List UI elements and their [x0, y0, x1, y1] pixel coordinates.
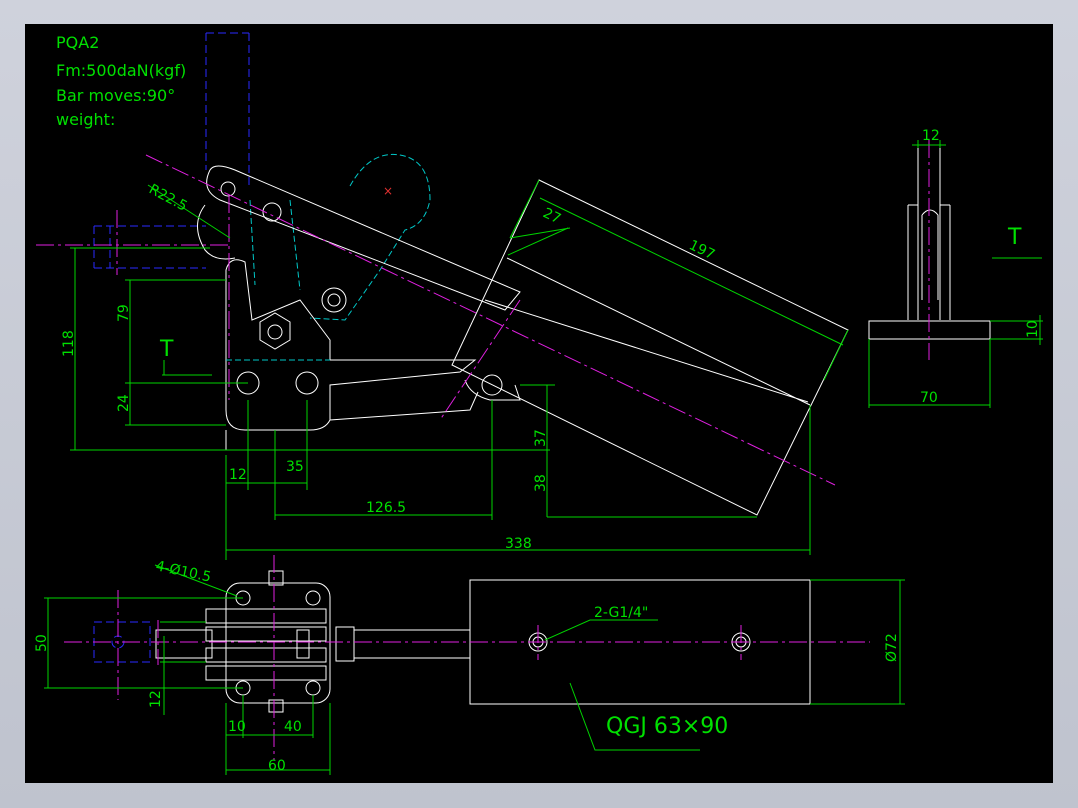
dim-37-label: 37 [533, 429, 549, 447]
dim-12-label: 12 [229, 467, 247, 483]
arm-pivot [321, 287, 347, 313]
top-dim-50 [44, 597, 243, 689]
handle-phantom-up [205, 32, 250, 185]
hidden-link [249, 199, 301, 291]
dim-118-lines [70, 247, 520, 451]
section-arrow [162, 360, 212, 376]
clamp-base [225, 391, 479, 450]
top-pin [296, 629, 310, 659]
mount-bolt-right [295, 371, 319, 395]
top-plate-4 [205, 665, 327, 681]
force-note: Fm:500daN(kgf) [56, 61, 186, 80]
piston-rod [353, 629, 471, 659]
clamp-handle [206, 165, 521, 311]
dim-27-label: 27 [540, 205, 563, 227]
side-bracket [921, 209, 939, 300]
top-plate-2 [205, 626, 327, 642]
dim-126-5-label: 126.5 [366, 500, 406, 516]
ports-label: 2-G1/4" [594, 605, 648, 621]
dim-38-label: 38 [533, 474, 549, 492]
side-view: 12 70 10 T [868, 128, 1043, 408]
top-plate-3 [205, 647, 327, 663]
top-plate-1 [205, 608, 327, 624]
dim-338-label: 338 [505, 536, 532, 552]
top-leaders [154, 564, 658, 641]
top-dim-12 [160, 621, 206, 715]
cylinder-clevis [464, 379, 521, 401]
side-dim-12-label: 12 [922, 128, 940, 144]
rod-nut [335, 626, 355, 662]
side-section-mark: T [1007, 225, 1022, 250]
dim-35-label: 35 [286, 459, 304, 475]
dim-79-label: 79 [116, 304, 132, 322]
holes-label: 4-Ø10.5 [154, 558, 212, 585]
cylinder-centerline [145, 154, 836, 486]
dim-79-24-lines [125, 279, 248, 426]
radius-label: R22.5 [146, 181, 190, 214]
top-dim-10-label: 10 [228, 719, 246, 735]
top-body [225, 582, 331, 704]
front-view: × R22.5 27 197 79 118 24 12 35 126.5 37 … [36, 32, 849, 560]
top-dim-40-label: 40 [284, 719, 302, 735]
cylinder-label: QGJ 63×90 [606, 714, 728, 739]
cylinder-body [451, 179, 849, 516]
section-mark-left: T [159, 337, 174, 362]
handle-phantom-horizontal [93, 225, 206, 269]
arm-pivot-inner [327, 293, 341, 307]
dim-338-line [226, 405, 811, 555]
dim-27-line [507, 227, 571, 256]
dim-118-label: 118 [61, 330, 77, 357]
dia-72-label: Ø72 [884, 633, 900, 662]
clamp-body [225, 259, 477, 431]
top-dim-50-label: 50 [34, 634, 50, 652]
bar-moves-note: Bar moves:90° [56, 86, 175, 105]
top-dim-60-label: 60 [268, 758, 286, 774]
top-dim-12-label: 12 [148, 690, 164, 708]
cylinder-lines [484, 257, 811, 406]
pivot-mark: × [383, 184, 393, 198]
title-notes: PQA2 Fm:500daN(kgf) Bar moves:90° weight… [56, 33, 186, 129]
dim-24-label: 24 [116, 394, 132, 412]
hex-nut-hole [267, 324, 283, 340]
cad-drawing: PQA2 Fm:500daN(kgf) Bar moves:90° weight… [34, 32, 1043, 775]
bottom-knob [268, 699, 284, 713]
drawing-canvas: PQA2 Fm:500daN(kgf) Bar moves:90° weight… [25, 24, 1053, 783]
dim-197-line [509, 179, 849, 381]
hex-nut [259, 312, 291, 350]
side-dim-10-label: 10 [1025, 320, 1041, 338]
top-view: 4-Ø10.5 50 12 10 40 60 2-G1/4" Ø72 QGJ 6… [34, 555, 905, 775]
hidden-arm [309, 153, 431, 321]
weight-note: weight: [56, 110, 115, 129]
model-note: PQA2 [56, 33, 99, 52]
mount-hole-tr [305, 590, 321, 606]
side-dim-70-label: 70 [920, 390, 938, 406]
mount-hole-br [305, 680, 321, 696]
